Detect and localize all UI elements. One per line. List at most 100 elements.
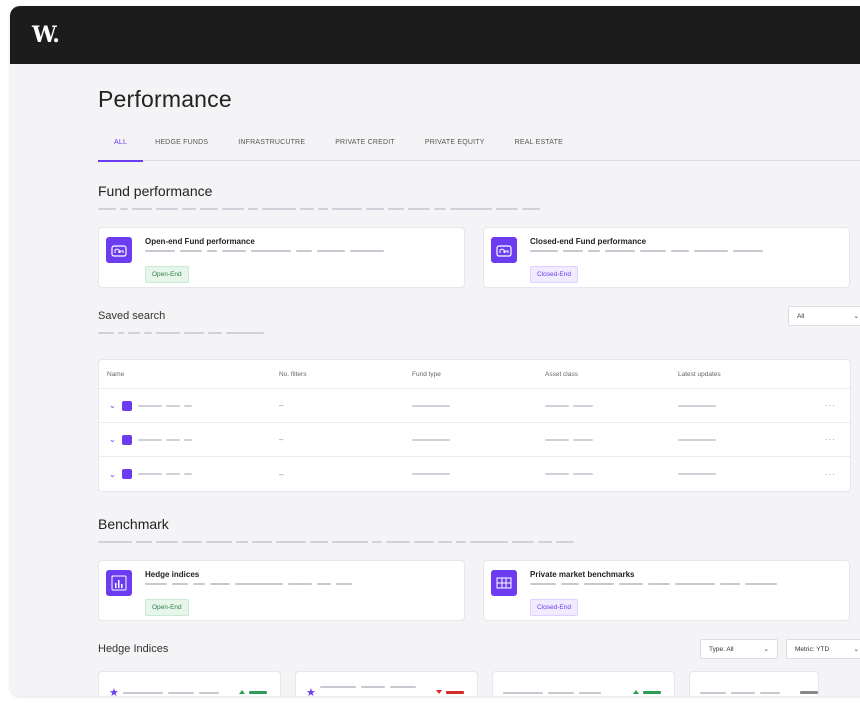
category-tabs: ALL HEDGE FUNDS INFRASTRUCUTRE PRIVATE C… [98,133,860,162]
placeholder-text [98,541,860,544]
table-row[interactable]: ⌄ – ··· [99,457,850,491]
star-icon[interactable]: ★ [109,686,119,696]
more-options-icon[interactable]: ··· [825,401,836,410]
table-row[interactable]: ⌄ – ··· [99,423,850,457]
placeholder-text [700,692,780,694]
placeholder-text [123,692,219,694]
top-bar: W. [10,6,860,64]
tab-hedge-funds[interactable]: HEDGE FUNDS [155,133,208,161]
placeholder-text [530,250,763,252]
placeholder-text [545,473,678,475]
column-header[interactable]: Fund type [412,371,545,378]
closed-end-fund-card[interactable]: Closed-end Fund performance Closed-End [483,227,850,288]
column-header[interactable]: Latest updates [678,371,828,378]
select-value: Metric: YTD [795,645,830,653]
star-icon[interactable]: ★ [306,686,316,696]
select-value: Type: All [709,645,734,653]
placeholder-text [545,438,678,441]
positive-indicator [249,691,267,694]
chevron-down-icon[interactable]: ⌄ [109,435,116,444]
placeholder-text [137,473,192,476]
table-header: Name No. filters Fund type Asset class L… [99,360,850,389]
more-options-icon[interactable]: ··· [825,470,836,479]
placeholder-text [145,583,352,585]
column-header[interactable]: Name [99,371,279,378]
placeholder-text [320,686,416,688]
chevron-down-icon[interactable]: ⌄ [109,401,116,410]
filters-count: – [279,469,284,479]
fund-performance-title: Fund performance [98,183,213,199]
chevron-down-icon[interactable]: ⌄ [109,470,116,479]
chevron-down-icon: ⌄ [763,646,769,653]
main-content: Performance ALL HEDGE FUNDS INFRASTRUCUT… [98,64,860,696]
building-icon [491,237,517,263]
hedge-indices-card[interactable]: Hedge indices Open-End [98,560,465,621]
tab-private-credit[interactable]: PRIVATE CREDIT [335,133,395,161]
placeholder-text [678,473,828,475]
building-icon [106,237,132,263]
saved-search-icon [121,400,132,411]
saved-search-header: Saved search All ⌄ [98,306,860,326]
index-card[interactable]: ★ [98,671,281,696]
page-title: Performance [98,86,232,112]
placeholder-text [137,438,192,441]
open-end-fund-card[interactable]: Open-end Fund performance Open-End [98,227,465,288]
placeholder-text [678,404,828,407]
chevron-down-icon: ⌄ [853,646,859,653]
type-select[interactable]: Type: All ⌄ [700,639,778,659]
saved-search-icon [121,434,132,445]
status-badge: Open-End [145,266,189,283]
placeholder-text [98,208,860,211]
table-row[interactable]: ⌄ – ··· [99,389,850,423]
filters-count: – [279,435,284,444]
trend-up-icon [633,690,639,694]
grid-icon [491,570,517,596]
tab-infrastructure[interactable]: INFRASTRUCUTRE [238,133,305,161]
status-badge: Closed-End [530,599,578,616]
more-options-icon[interactable]: ··· [825,435,836,444]
private-market-benchmarks-card[interactable]: Private market benchmarks Closed-End [483,560,850,621]
negative-indicator [446,691,464,694]
placeholder-text [412,438,545,441]
column-header[interactable]: No. filters [279,371,412,378]
tab-all[interactable]: ALL [98,133,144,162]
column-header[interactable]: Asset class [545,371,678,378]
index-card[interactable]: ★ [295,671,478,696]
logo[interactable]: W. [32,22,60,48]
placeholder-text [545,404,678,407]
placeholder-text [137,404,192,407]
card-title: Private market benchmarks [530,570,635,579]
benchmark-title: Benchmark [98,516,169,532]
positive-indicator [643,691,661,694]
card-title: Open-end Fund performance [145,237,255,246]
placeholder-text [503,692,601,694]
benchmark-cards: Hedge indices Open-End Private market be… [98,560,860,621]
saved-search-table: Name No. filters Fund type Asset class L… [98,359,851,492]
saved-search-filter-select[interactable]: All ⌄ [788,306,860,326]
card-title: Hedge indices [145,570,200,579]
chevron-down-icon: ⌄ [853,313,859,320]
placeholder-text [412,473,545,475]
placeholder-text [98,332,860,335]
placeholder-text [412,404,545,407]
saved-search-title: Saved search [98,310,166,322]
status-badge: Open-End [145,599,189,616]
placeholder-text [530,583,777,585]
neutral-indicator [800,691,818,694]
tab-private-equity[interactable]: PRIVATE EQUITY [425,133,485,161]
status-badge: Closed-End [530,266,578,283]
trend-up-icon [239,690,245,694]
select-value: All [797,312,805,320]
index-card[interactable] [492,671,675,696]
index-card[interactable] [689,671,819,696]
saved-search-icon [121,469,132,479]
bar-chart-icon [106,570,132,596]
hedge-indices-title: Hedge Indices [98,643,169,655]
metric-select[interactable]: Metric: YTD ⌄ [786,639,860,659]
hedge-indices-filters: Type: All ⌄ Metric: YTD ⌄ [700,639,860,659]
hedge-indices-header: Hedge Indices Type: All ⌄ Metric: YTD ⌄ [98,639,860,659]
trend-down-icon [436,690,442,694]
tab-real-estate[interactable]: REAL ESTATE [515,133,563,161]
hedge-index-cards: ★ ★ [98,671,860,696]
card-title: Closed-end Fund performance [530,237,647,246]
